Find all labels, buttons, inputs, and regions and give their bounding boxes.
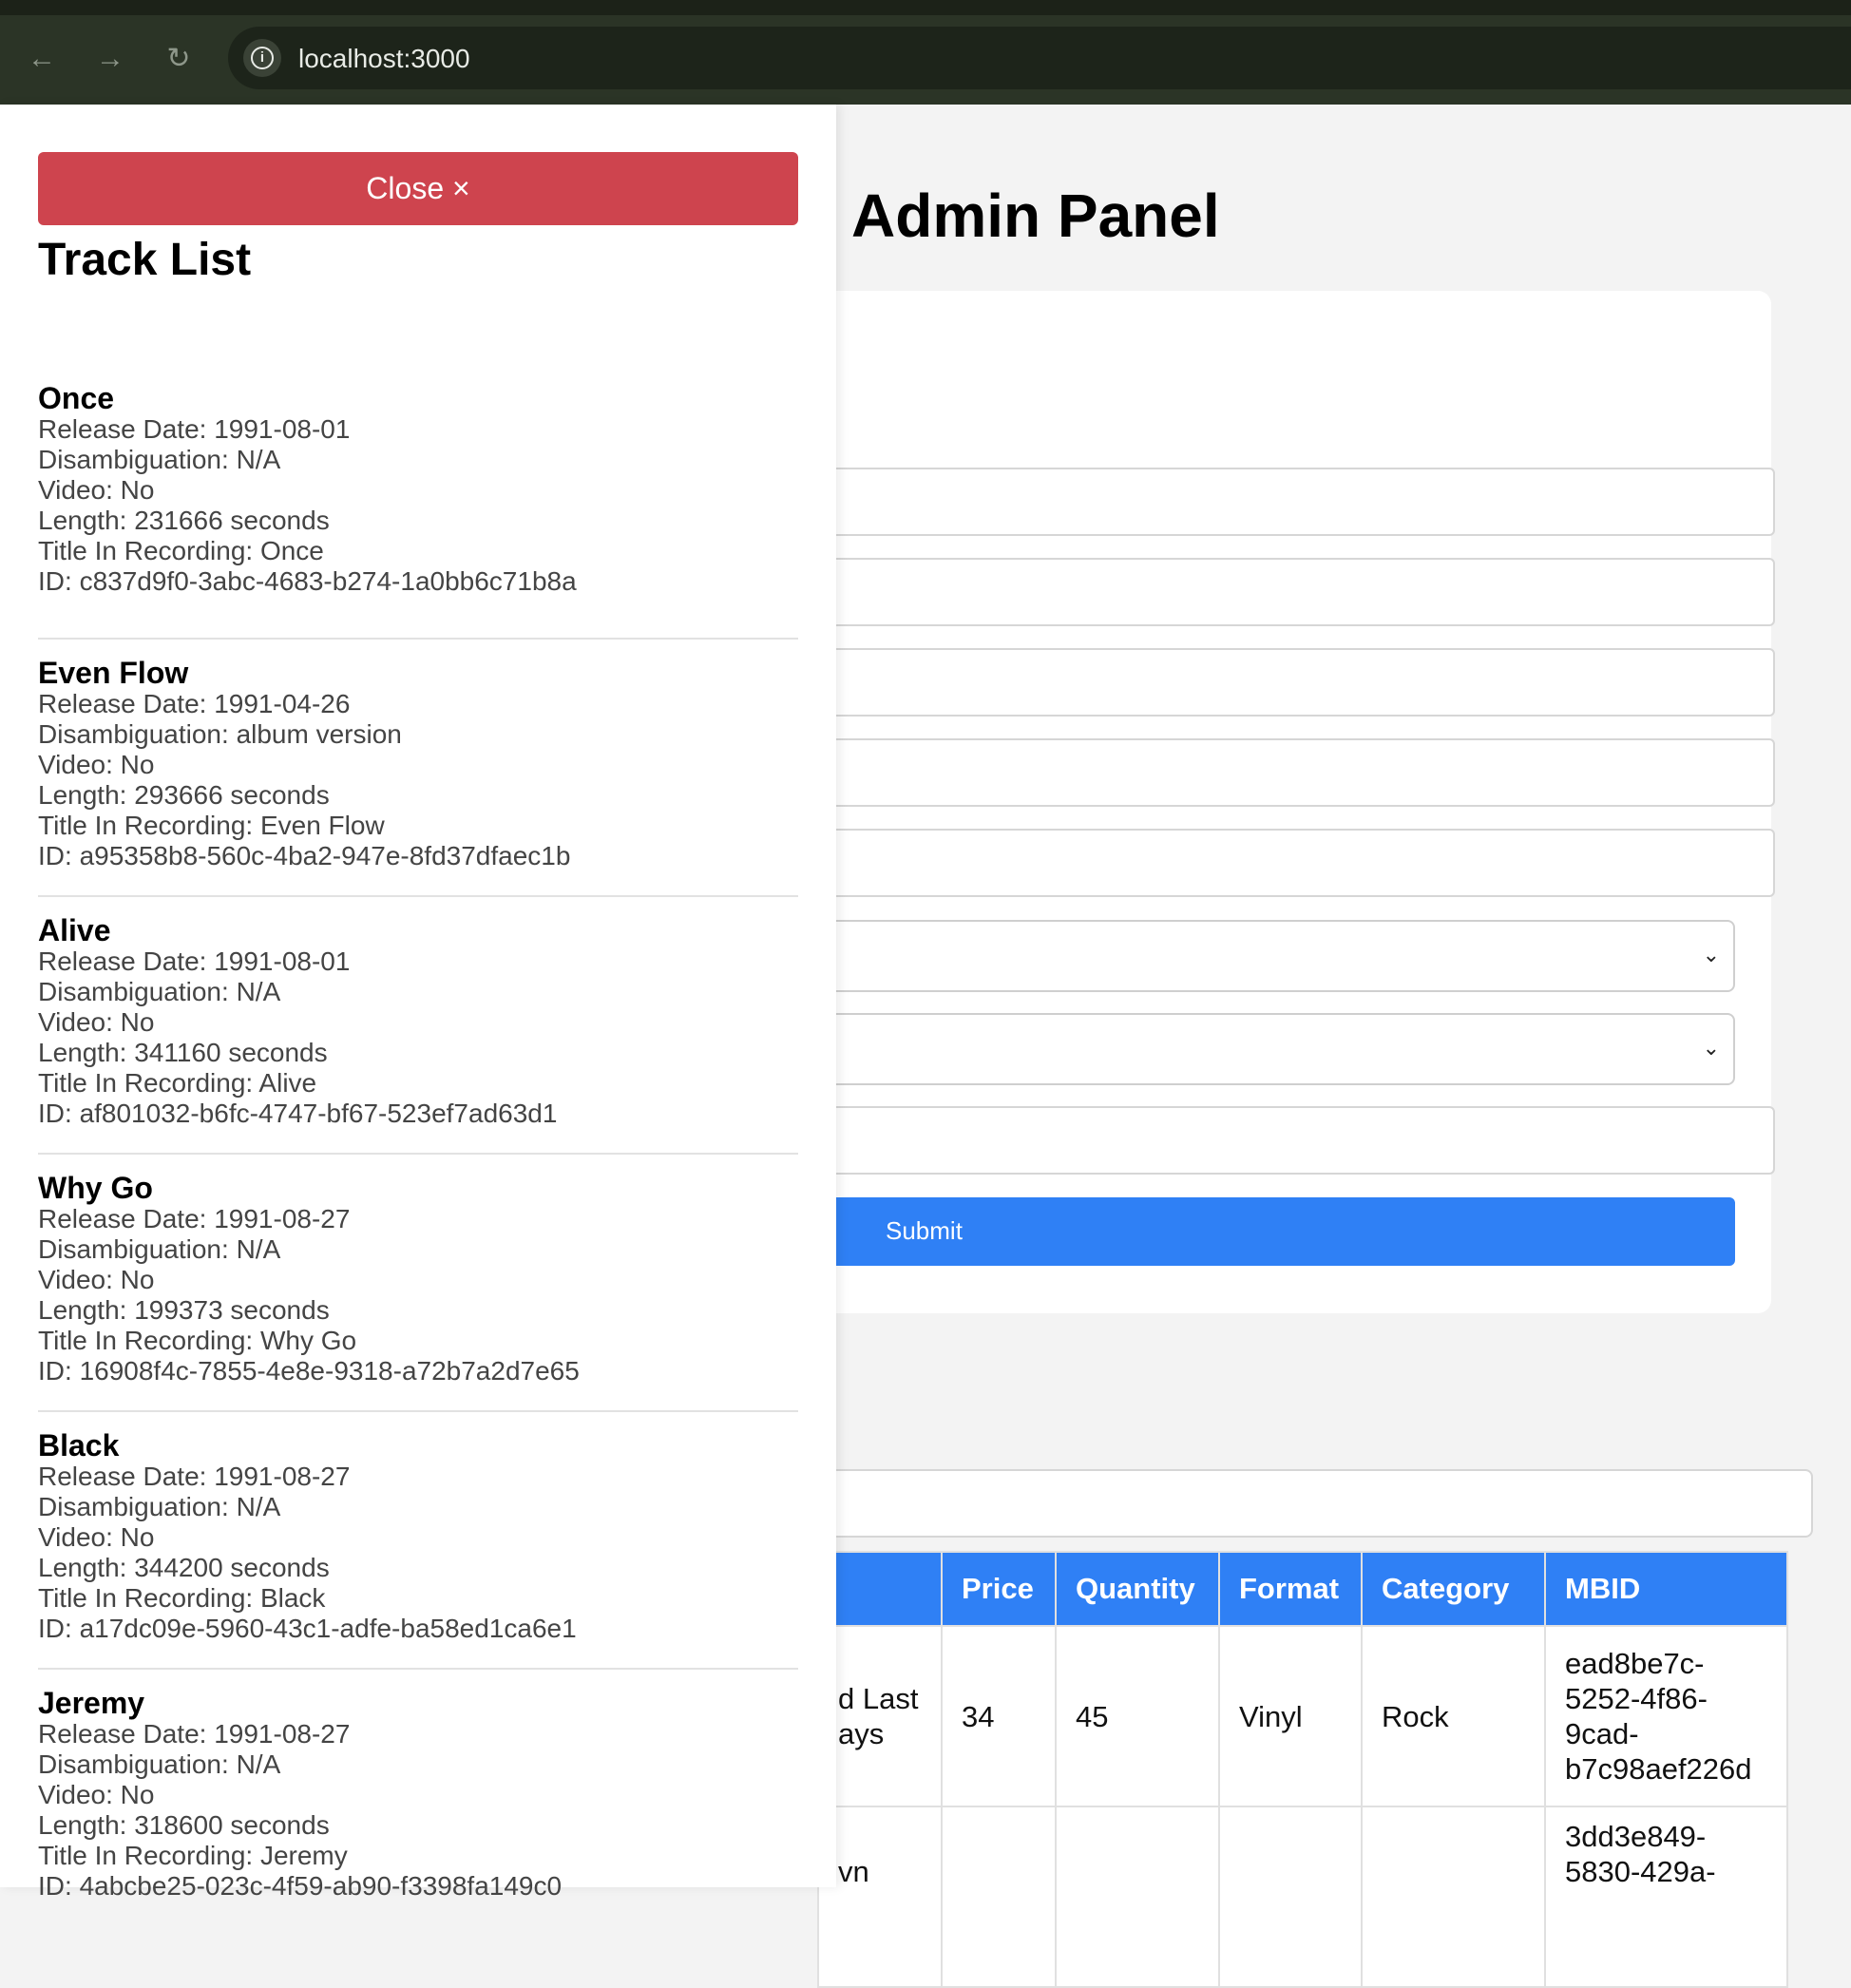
- track-disambiguation: Disambiguation: N/A: [38, 1234, 281, 1264]
- track-title-in-recording: Title In Recording: Jeremy: [38, 1841, 348, 1870]
- track-name: Why Go: [38, 1171, 153, 1205]
- forward-icon[interactable]: →: [91, 40, 129, 78]
- track-disambiguation: Disambiguation: N/A: [38, 445, 281, 474]
- header-format[interactable]: Format: [1218, 1551, 1363, 1627]
- track-name: Jeremy: [38, 1686, 145, 1720]
- track-title-in-recording: Title In Recording: Black: [38, 1583, 326, 1613]
- browser-toolbar: ← → ↻ i localhost:3000: [0, 0, 1851, 105]
- chevron-down-icon: ⌄: [1702, 1036, 1720, 1060]
- track-name: Even Flow: [38, 656, 189, 690]
- track-list: Once Release Date: 1991-08-01 Disambigua…: [38, 382, 798, 1927]
- track-list-drawer: Close × Track List Once Release Date: 19…: [0, 105, 836, 1901]
- cell-quantity: [1055, 1806, 1220, 1988]
- form-input-1[interactable]: [817, 468, 1775, 536]
- track-release-date: Release Date: 1991-08-01: [38, 414, 351, 444]
- cell-mbid: ead8be7c- 5252-4f86- 9cad-b7c98aef226d: [1544, 1625, 1788, 1807]
- cell-price: 34: [941, 1625, 1057, 1807]
- info-icon[interactable]: i: [243, 39, 281, 77]
- cell-mbid: 3dd3e849- 5830-429a-: [1544, 1806, 1788, 1988]
- header-title[interactable]: [817, 1551, 943, 1627]
- track-release-date: Release Date: 1991-08-27: [38, 1462, 351, 1491]
- track-disambiguation: Disambiguation: N/A: [38, 977, 281, 1006]
- address-bar[interactable]: i localhost:3000: [228, 27, 1851, 89]
- track-id: ID: 16908f4c-7855-4e8e-9318-a72b7a2d7e65: [38, 1356, 580, 1386]
- form-input-5[interactable]: [817, 829, 1775, 897]
- track-length: Length: 231666 seconds: [38, 506, 330, 535]
- track-release-date: Release Date: 1991-08-27: [38, 1204, 351, 1233]
- track-id: ID: c837d9f0-3abc-4683-b274-1a0bb6c71b8a: [38, 566, 577, 596]
- cell-category: Rock: [1361, 1625, 1546, 1807]
- cell-category: [1361, 1806, 1546, 1988]
- header-price[interactable]: Price: [941, 1551, 1057, 1627]
- submit-button[interactable]: Submit: [817, 1197, 1735, 1266]
- track-length: Length: 318600 seconds: [38, 1810, 330, 1840]
- table-row[interactable]: vn 3dd3e849- 5830-429a-: [817, 1806, 1788, 1988]
- track-release-date: Release Date: 1991-08-27: [38, 1719, 351, 1749]
- track-name: Alive: [38, 913, 111, 947]
- form-input-3[interactable]: [817, 648, 1775, 717]
- track-item: Why Go Release Date: 1991-08-27 Disambig…: [38, 1155, 798, 1412]
- cell-format: [1218, 1806, 1363, 1988]
- track-id: ID: af801032-b6fc-4747-bf67-523ef7ad63d1: [38, 1099, 558, 1128]
- form-input-mbid[interactable]: [817, 1106, 1775, 1175]
- track-id: ID: a17dc09e-5960-43c1-adfe-ba58ed1ca6e1: [38, 1614, 577, 1643]
- track-release-date: Release Date: 1991-04-26: [38, 689, 351, 718]
- submit-label: Submit: [886, 1216, 963, 1245]
- track-id: ID: a95358b8-560c-4ba2-947e-8fd37dfaec1b: [38, 841, 571, 870]
- drawer-title: Track List: [38, 235, 252, 285]
- form-input-4[interactable]: [817, 738, 1775, 807]
- chevron-down-icon: ⌄: [1702, 943, 1720, 966]
- cell-format: Vinyl: [1218, 1625, 1363, 1807]
- track-title-in-recording: Title In Recording: Even Flow: [38, 811, 385, 840]
- track-length: Length: 341160 seconds: [38, 1038, 328, 1067]
- close-button[interactable]: Close ×: [38, 152, 798, 225]
- cell-title: d Last ays: [817, 1625, 943, 1807]
- track-title-in-recording: Title In Recording: Once: [38, 536, 324, 565]
- track-disambiguation: Disambiguation: album version: [38, 719, 402, 749]
- track-video: Video: No: [38, 1265, 155, 1294]
- track-length: Length: 293666 seconds: [38, 780, 330, 810]
- track-length: Length: 199373 seconds: [38, 1295, 330, 1325]
- track-item: Jeremy Release Date: 1991-08-27 Disambig…: [38, 1670, 798, 1927]
- category-select[interactable]: ⌄: [817, 1013, 1735, 1085]
- track-name: Black: [38, 1428, 120, 1462]
- track-item: Once Release Date: 1991-08-01 Disambigua…: [38, 382, 798, 640]
- track-release-date: Release Date: 1991-08-01: [38, 946, 351, 976]
- track-length: Length: 344200 seconds: [38, 1553, 330, 1582]
- table-row[interactable]: d Last ays 34 45 Vinyl Rock ead8be7c- 5252…: [817, 1625, 1788, 1807]
- cell-quantity: 45: [1055, 1625, 1220, 1807]
- search-input[interactable]: [817, 1469, 1813, 1538]
- reload-icon[interactable]: ↻: [160, 40, 198, 78]
- track-title-in-recording: Title In Recording: Why Go: [38, 1326, 357, 1355]
- cell-price: [941, 1806, 1057, 1988]
- track-id: ID: 4abcbe25-023c-4f59-ab90-f3398fa149c0: [38, 1871, 563, 1901]
- url-text[interactable]: localhost:3000: [298, 44, 470, 74]
- track-video: Video: No: [38, 475, 155, 505]
- cell-title: vn: [817, 1806, 943, 1988]
- track-video: Video: No: [38, 750, 155, 779]
- back-icon[interactable]: ←: [23, 40, 61, 78]
- track-item: Black Release Date: 1991-08-27 Disambigu…: [38, 1412, 798, 1670]
- track-disambiguation: Disambiguation: N/A: [38, 1492, 281, 1521]
- header-mbid[interactable]: MBID: [1544, 1551, 1788, 1627]
- track-item: Alive Release Date: 1991-08-01 Disambigu…: [38, 897, 798, 1155]
- track-disambiguation: Disambiguation: N/A: [38, 1749, 281, 1779]
- browser-tab-strip: [0, 0, 1851, 15]
- track-name: Once: [38, 381, 115, 415]
- track-title-in-recording: Title In Recording: Alive: [38, 1068, 317, 1098]
- track-video: Video: No: [38, 1007, 155, 1037]
- track-video: Video: No: [38, 1780, 155, 1809]
- track-video: Video: No: [38, 1522, 155, 1552]
- track-item: Even Flow Release Date: 1991-04-26 Disam…: [38, 640, 798, 897]
- header-category[interactable]: Category: [1361, 1551, 1546, 1627]
- table-header-row: Price Quantity Format Category MBID: [817, 1551, 1788, 1627]
- format-select[interactable]: ⌄: [817, 920, 1735, 992]
- inventory-table: Price Quantity Format Category MBID d La…: [817, 1551, 1788, 1988]
- header-quantity[interactable]: Quantity: [1055, 1551, 1220, 1627]
- page-title: Admin Panel: [851, 182, 1220, 250]
- form-input-2[interactable]: [817, 558, 1775, 626]
